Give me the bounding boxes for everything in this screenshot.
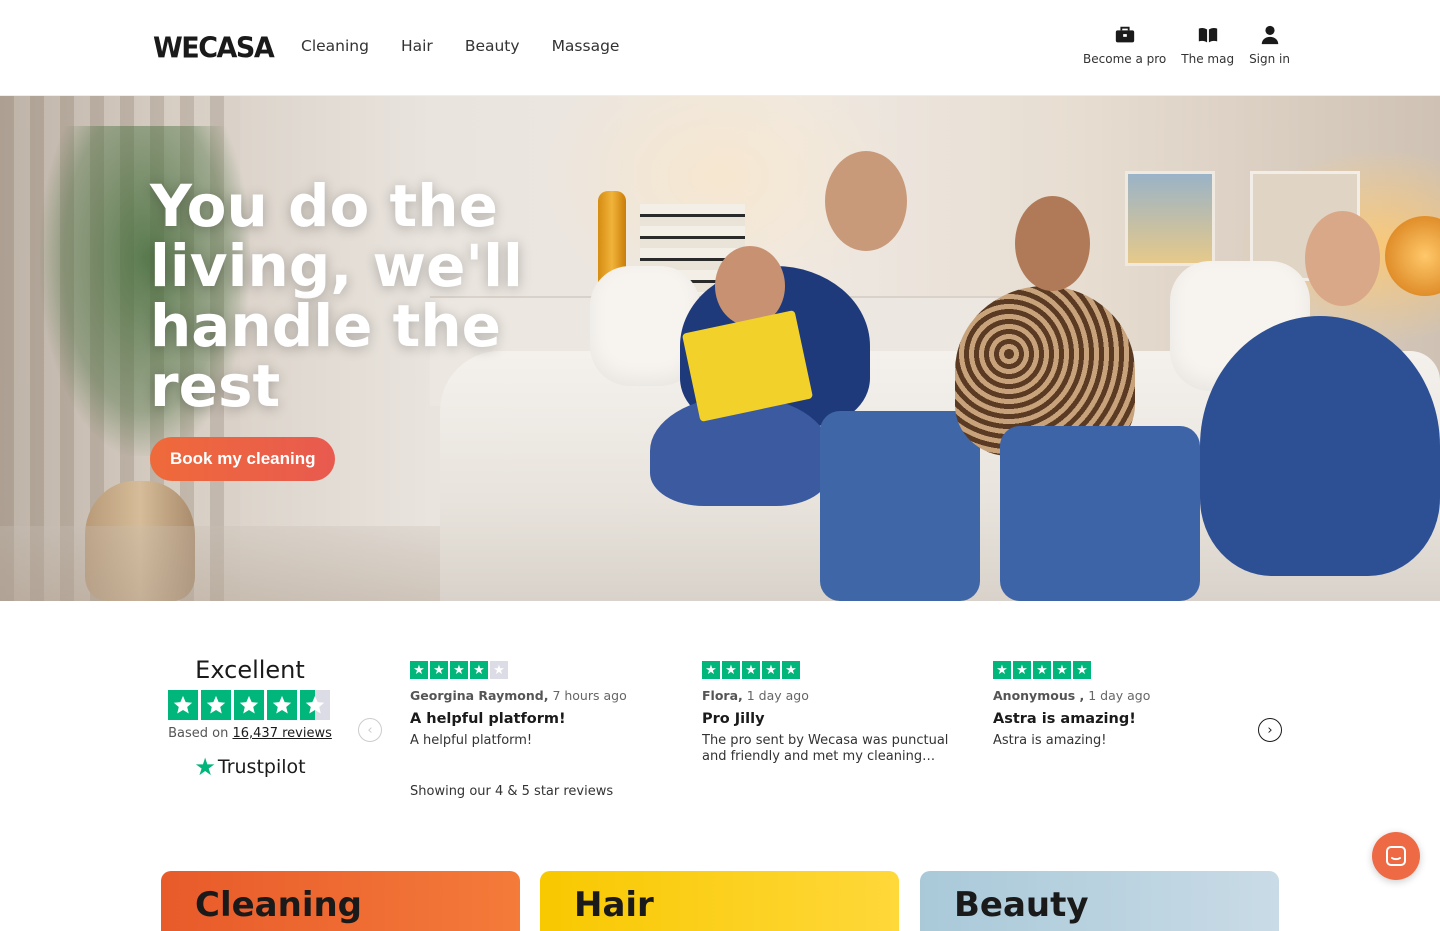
star-icon: ★	[722, 661, 740, 679]
reviews-filter-note: Showing our 4 & 5 star reviews	[410, 784, 614, 799]
trustpilot-brand-name: Trustpilot	[217, 756, 306, 778]
star-icon	[168, 690, 198, 720]
star-icon: ★	[490, 661, 508, 679]
chevron-right-icon: ›	[1267, 722, 1273, 738]
star-icon: ★	[450, 661, 468, 679]
review-card[interactable]: ★ ★ ★ ★ ★ Flora, 1 day ago Pro Jilly The…	[702, 661, 962, 765]
chat-launcher-button[interactable]	[1372, 832, 1420, 880]
star-icon	[267, 690, 297, 720]
reviews-next-button[interactable]: ›	[1258, 718, 1282, 742]
based-on-prefix: Based on	[168, 726, 229, 741]
star-icon: ★	[762, 661, 780, 679]
review-title: A helpful platform!	[410, 711, 566, 727]
review-stars: ★ ★ ★ ★ ★	[702, 661, 962, 679]
trustpilot-stars	[168, 690, 332, 720]
hero-photo-frame	[1125, 171, 1215, 266]
nav-beauty[interactable]: Beauty	[465, 37, 520, 55]
hero-photo-person	[1000, 426, 1200, 601]
star-icon: ★	[1013, 661, 1031, 679]
review-body: The pro sent by Wecasa was punctual and …	[702, 733, 949, 764]
review-meta: Anonymous , 1 day ago	[993, 688, 1253, 703]
star-icon: ★	[993, 661, 1011, 679]
review-card[interactable]: ★ ★ ★ ★ ★ Georgina Raymond, 7 hours ago …	[410, 661, 670, 749]
review-meta: Flora, 1 day ago	[702, 688, 962, 703]
user-icon	[1261, 25, 1278, 45]
chevron-left-icon: ‹	[367, 722, 373, 738]
star-icon	[234, 690, 264, 720]
become-pro-link[interactable]: Become a pro	[1083, 24, 1166, 66]
star-icon: ★	[1053, 661, 1071, 679]
review-card[interactable]: ★ ★ ★ ★ ★ Anonymous , 1 day ago Astra is…	[993, 661, 1253, 749]
review-body: A helpful platform!	[410, 733, 533, 748]
trustpilot-rating-label: Excellent	[195, 656, 305, 684]
book-cleaning-button[interactable]: Book my cleaning	[150, 437, 336, 481]
header-actions: Become a pro The mag Sign in	[1083, 24, 1290, 66]
hero-photo-person	[1015, 196, 1090, 291]
hero-photo-person	[1200, 316, 1440, 576]
star-icon: ★	[742, 661, 760, 679]
category-card-beauty[interactable]: Beauty	[920, 871, 1279, 931]
review-stars: ★ ★ ★ ★ ★	[410, 661, 670, 679]
hero-title: You do the living, we'll handle the rest	[150, 172, 523, 420]
review-title: Pro Jilly	[702, 711, 765, 727]
sign-in-link[interactable]: Sign in	[1249, 24, 1290, 66]
hero-photo-person	[820, 411, 980, 601]
main-nav: Cleaning Hair Beauty Massage	[301, 37, 619, 55]
hero-banner: You do the living, we'll handle the rest…	[0, 96, 1440, 601]
become-pro-label: Become a pro	[1083, 52, 1167, 66]
category-card-hair[interactable]: Hair	[540, 871, 899, 931]
star-icon: ★	[470, 661, 488, 679]
trustpilot-logo[interactable]: ★ Trustpilot	[168, 753, 332, 781]
star-icon: ★	[702, 661, 720, 679]
category-title: Hair	[574, 885, 654, 925]
category-card-cleaning[interactable]: Cleaning	[161, 871, 520, 931]
star-icon: ★	[410, 661, 428, 679]
the-mag-label: The mag	[1181, 52, 1235, 66]
category-title: Beauty	[954, 885, 1089, 925]
site-header: WECASA Cleaning Hair Beauty Massage Beco…	[0, 0, 1440, 96]
star-icon	[201, 690, 231, 720]
the-mag-link[interactable]: The mag	[1181, 24, 1234, 66]
star-icon: ★	[1033, 661, 1051, 679]
hero-photo-person	[1305, 211, 1380, 306]
category-title: Cleaning	[195, 885, 363, 925]
nav-cleaning[interactable]: Cleaning	[301, 37, 369, 55]
trustpilot-based-on: Based on 16,437 reviews	[168, 726, 332, 741]
trustpilot-summary[interactable]: Excellent Based on 16,437 reviews ★ Trus…	[168, 656, 332, 781]
trustpilot-star-icon: ★	[194, 753, 216, 781]
review-title: Astra is amazing!	[993, 711, 1136, 727]
review-body: Astra is amazing!	[993, 733, 1107, 748]
hero-photo-lamp	[1385, 216, 1440, 296]
review-count-link[interactable]: 16,437 reviews	[232, 726, 331, 741]
review-meta: Georgina Raymond, 7 hours ago	[410, 688, 670, 703]
star-icon: ★	[782, 661, 800, 679]
review-author: Flora,	[702, 688, 743, 703]
star-icon: ★	[1073, 661, 1091, 679]
half-star-icon	[300, 690, 330, 720]
reviews-prev-button[interactable]: ‹	[358, 718, 382, 742]
sign-in-label: Sign in	[1249, 52, 1290, 66]
review-author: Anonymous ,	[993, 688, 1085, 703]
review-stars: ★ ★ ★ ★ ★	[993, 661, 1253, 679]
hero-photo-person	[825, 151, 907, 251]
review-time: 1 day ago	[1088, 688, 1151, 703]
nav-hair[interactable]: Hair	[401, 37, 433, 55]
briefcase-icon	[1115, 26, 1134, 43]
chat-icon	[1386, 846, 1406, 866]
review-author: Georgina Raymond,	[410, 688, 549, 703]
review-time: 1 day ago	[746, 688, 809, 703]
nav-massage[interactable]: Massage	[552, 37, 620, 55]
book-icon	[1198, 27, 1217, 43]
review-time: 7 hours ago	[552, 688, 627, 703]
wecasa-logo[interactable]: WECASA	[153, 32, 275, 65]
star-icon: ★	[430, 661, 448, 679]
